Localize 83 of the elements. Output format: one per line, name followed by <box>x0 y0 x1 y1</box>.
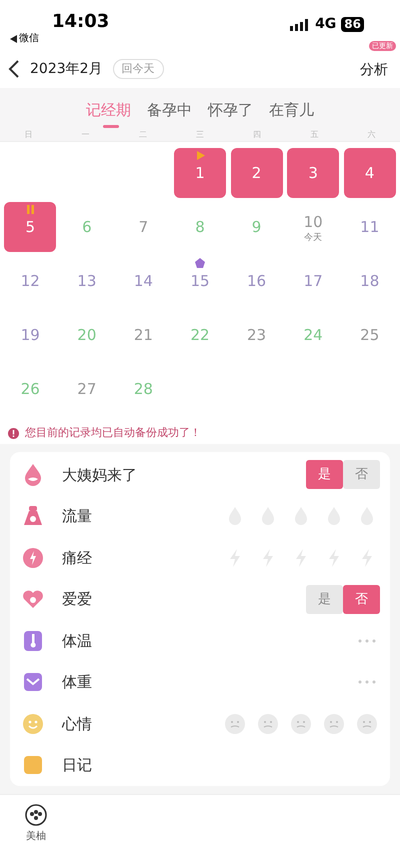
today-label: 今天 <box>304 233 322 244</box>
day-number: 3 <box>308 162 318 184</box>
period-day-cell[interactable]: 4 <box>344 148 396 198</box>
day-number[interactable]: 8 <box>195 216 205 238</box>
day-number[interactable]: 17 <box>304 270 323 292</box>
day-number[interactable]: 20 <box>77 324 96 346</box>
clock-time: 14:03 <box>52 10 110 34</box>
meal-plate-icon <box>24 803 48 827</box>
day-number[interactable]: 27 <box>77 378 96 400</box>
battery-level: 86 <box>341 17 364 32</box>
day-number[interactable]: 25 <box>360 324 380 346</box>
day-number: 4 <box>364 162 374 184</box>
option-button[interactable]: 否 <box>343 584 380 614</box>
face-icon[interactable] <box>323 712 345 735</box>
day-number[interactable]: 21 <box>134 324 153 346</box>
weekday-label: 六 <box>367 130 376 141</box>
tab-label: 美柚 <box>26 830 46 844</box>
mode-tab[interactable]: 在育儿 <box>269 92 314 128</box>
day-number[interactable]: 9 <box>252 216 262 238</box>
bottom-tab[interactable]: 美柚 <box>14 803 58 866</box>
day-number: 5 <box>26 216 36 238</box>
option-button[interactable]: 是 <box>306 460 343 490</box>
face-icon[interactable] <box>224 712 246 735</box>
day-number[interactable]: 26 <box>20 378 40 400</box>
period-day-cell[interactable]: 3 <box>287 148 340 198</box>
day-number: 1 <box>195 162 205 184</box>
option-button[interactable]: 否 <box>343 460 380 490</box>
day-number[interactable]: 11 <box>360 216 380 238</box>
weekday-label: 五 <box>310 130 318 141</box>
face-icon[interactable] <box>356 712 378 735</box>
alert-icon <box>8 428 19 438</box>
day-number[interactable]: 7 <box>138 216 148 238</box>
month-title: 2023年2月 <box>30 60 103 78</box>
mode-tab[interactable]: 备孕中 <box>147 92 192 128</box>
day-number[interactable]: 24 <box>304 324 323 346</box>
back-to-today-button[interactable]: 回今天 <box>112 58 164 80</box>
weekday-label: 二 <box>138 130 147 141</box>
day-number[interactable]: 10 <box>304 210 323 234</box>
day-number[interactable]: 13 <box>77 270 96 292</box>
record-label: 大姨妈来了 <box>62 464 137 486</box>
record-label: 爱爱 <box>62 589 92 610</box>
day-number[interactable]: 28 <box>134 378 153 400</box>
period-day-cell[interactable]: 2 <box>230 148 283 198</box>
day-number[interactable]: 22 <box>190 324 210 346</box>
option-button[interactable]: 是 <box>306 584 343 614</box>
day-number: 2 <box>252 162 262 184</box>
mode-tab[interactable]: 怀孕了 <box>208 92 253 128</box>
back-triangle-icon <box>10 34 17 42</box>
record-label: 心情 <box>62 714 92 734</box>
face-icon[interactable] <box>290 712 312 735</box>
day-number[interactable]: 19 <box>20 324 40 346</box>
day-number[interactable]: 15 <box>190 270 210 292</box>
day-number[interactable]: 6 <box>82 216 92 238</box>
record-label: 体重 <box>62 672 92 693</box>
backup-notice: 您目前的记录均已自动备份成功了！ <box>25 424 201 441</box>
drop-icon <box>22 462 44 487</box>
thermometer-icon <box>22 628 44 653</box>
signal-icon <box>290 18 310 30</box>
weekday-label: 四 <box>253 130 262 141</box>
period-day-cell[interactable]: 5 <box>4 202 56 252</box>
day-number[interactable]: 23 <box>247 324 266 346</box>
record-label: 流量 <box>62 506 92 527</box>
back-app-link[interactable]: 微信 <box>19 31 39 46</box>
active-tab-indicator <box>103 125 119 128</box>
mode-tab[interactable]: 记经期 <box>86 92 131 128</box>
period-day-cell[interactable]: 1 <box>174 148 226 198</box>
record-label: 体温 <box>62 630 92 652</box>
weekday-label: 日 <box>24 130 33 141</box>
day-number[interactable]: 14 <box>134 270 153 292</box>
analysis-link[interactable]: 分析 <box>360 62 388 78</box>
weekday-label: 三 <box>196 130 204 141</box>
network-label: 4G <box>315 15 336 34</box>
smiley-icon <box>22 712 44 736</box>
day-number[interactable]: 12 <box>20 270 40 292</box>
face-icon[interactable] <box>257 712 279 735</box>
back-chevron-icon <box>8 59 20 79</box>
day-number[interactable]: 16 <box>247 270 266 292</box>
more-dots-icon <box>358 680 376 684</box>
more-dots-icon <box>358 638 376 643</box>
day-number[interactable]: 18 <box>360 270 380 292</box>
record-label: 日记 <box>62 755 92 776</box>
lightning-circle-icon <box>22 546 44 570</box>
record-label: 痛经 <box>62 548 92 568</box>
